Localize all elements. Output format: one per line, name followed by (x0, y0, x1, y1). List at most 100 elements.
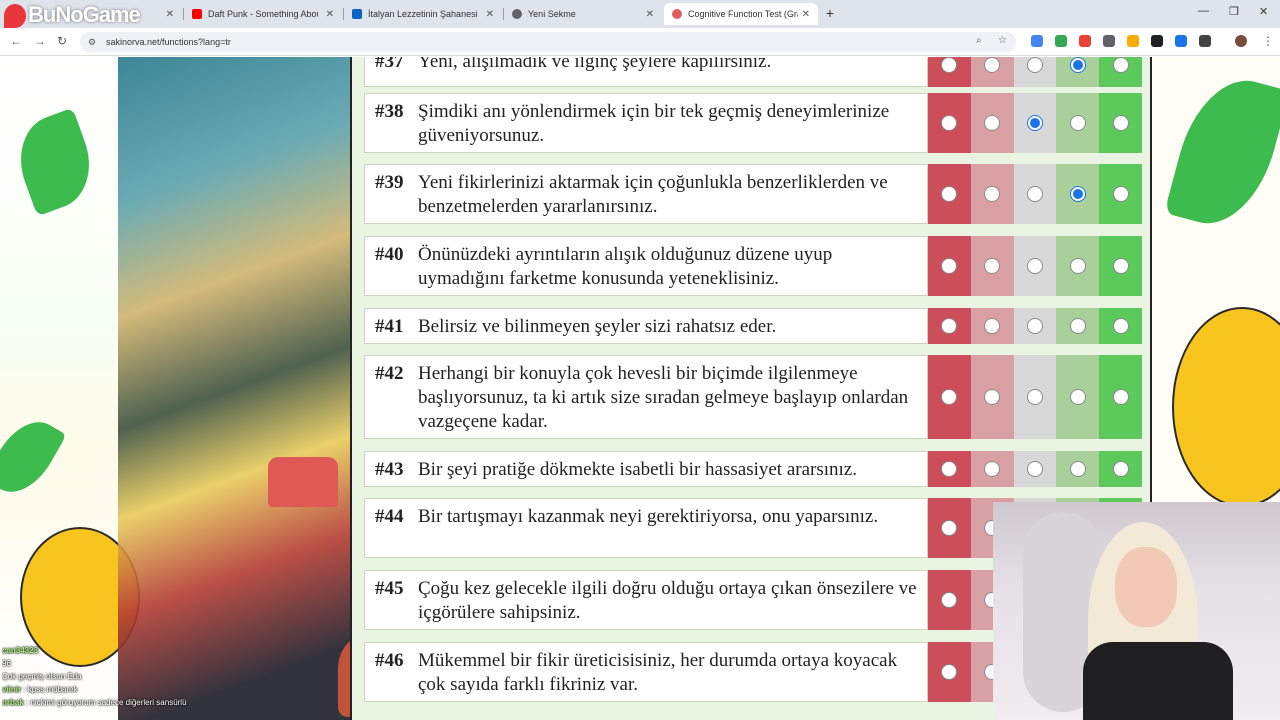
answer-cell (1056, 164, 1100, 224)
answer-cell (928, 57, 971, 87)
answer-radio-1[interactable] (941, 389, 958, 405)
extension-icon[interactable] (1103, 35, 1115, 47)
answer-radio-3[interactable] (1026, 57, 1043, 73)
answer-radio-1[interactable] (941, 520, 958, 536)
stream-logo: BuNoGame (4, 2, 141, 29)
question-body: Yeni fikirlerinizi aktarmak için çoğunlu… (418, 172, 888, 217)
chat-username: nrbak (2, 698, 24, 707)
answer-radio-5[interactable] (1112, 318, 1129, 334)
answer-radio-4[interactable] (1069, 115, 1086, 131)
answer-radio-4[interactable] (1069, 258, 1086, 274)
minimize-icon[interactable]: — (1198, 5, 1209, 17)
answer-cell (1099, 451, 1142, 487)
tab-2[interactable]: İtalyan Lezzetinin Şahanesi Tira ✕ (344, 3, 502, 25)
answer-radio-2[interactable] (984, 115, 1001, 131)
answer-cell (1013, 308, 1057, 344)
zoom-icon[interactable]: ⌕ (976, 35, 982, 46)
chat-text: 96 (2, 659, 11, 668)
answer-radio-4[interactable] (1069, 186, 1086, 202)
answer-scale (928, 451, 1142, 487)
answer-cell (1013, 355, 1057, 439)
answer-radio-2[interactable] (984, 57, 1001, 73)
answer-radio-1[interactable] (941, 258, 958, 274)
avatar[interactable] (1235, 35, 1247, 47)
answer-radio-1[interactable] (941, 592, 958, 608)
question-text: #42 Herhangi bir konuyla çok hevesli bir … (364, 355, 928, 439)
answer-radio-5[interactable] (1112, 57, 1129, 73)
answer-radio-3[interactable] (1026, 258, 1043, 274)
puzzle-icon[interactable] (1199, 35, 1211, 47)
question-text: #41 Belirsiz ve bilinmeyen şeyler sizi ra… (364, 308, 928, 344)
answer-cell (1013, 164, 1057, 224)
question-body: Mükemmel bir fikir üreticisisiniz, her d… (418, 650, 898, 695)
question-row: #43 Bir şeyi pratiğe dökmekte isabetli bi… (364, 451, 1142, 487)
answer-cell (928, 570, 971, 630)
close-icon[interactable]: ✕ (642, 9, 654, 20)
menu-icon[interactable]: ⋮ (1262, 34, 1274, 48)
answer-cell (970, 164, 1014, 224)
tab-4[interactable]: Cognitive Function Test (Grant/ ✕ (664, 3, 818, 25)
answer-radio-5[interactable] (1112, 186, 1129, 202)
answer-radio-4[interactable] (1069, 461, 1086, 477)
extension-icon[interactable] (1151, 35, 1163, 47)
answer-radio-2[interactable] (984, 186, 1001, 202)
chat-message: 96 (2, 657, 242, 670)
bookmark-star-icon[interactable]: ☆ (998, 35, 1007, 46)
reload-icon[interactable]: ↻ (57, 34, 67, 48)
answer-cell (1099, 355, 1142, 439)
answer-radio-1[interactable] (941, 186, 958, 202)
answer-radio-3[interactable] (1026, 389, 1043, 405)
answer-radio-3[interactable] (1026, 461, 1043, 477)
answer-radio-5[interactable] (1112, 258, 1129, 274)
tab-1[interactable]: Daft Punk - Something About U ✕ (184, 3, 342, 25)
close-icon[interactable]: ✕ (162, 9, 174, 20)
answer-radio-2[interactable] (984, 258, 1001, 274)
answer-radio-1[interactable] (941, 57, 958, 73)
close-icon[interactable]: ✕ (482, 9, 494, 20)
answer-radio-1[interactable] (941, 318, 958, 334)
answer-radio-1[interactable] (941, 664, 958, 680)
question-text: #46 Mükemmel bir fikir üreticisisiniz, he… (364, 642, 928, 702)
tab-3[interactable]: Yeni Sekme ✕ (504, 3, 662, 25)
close-icon[interactable]: ✕ (798, 9, 810, 20)
answer-radio-2[interactable] (984, 318, 1001, 334)
chat-message: nrbak : nickimi göruyorum sadece diğerle… (2, 698, 187, 707)
question-body: Bir şeyi pratiğe dökmekte isabetli bir h… (418, 459, 857, 480)
extension-icon[interactable] (1055, 35, 1067, 47)
back-icon[interactable]: ← (10, 34, 22, 48)
url-field[interactable]: ⚙ sakinorva.net/functions?lang=tr ⌕ ☆ (80, 32, 1016, 52)
answer-radio-4[interactable] (1069, 57, 1086, 73)
close-icon[interactable]: ✕ (322, 9, 334, 20)
answer-cell (970, 308, 1014, 344)
new-tab-button[interactable]: + (822, 4, 838, 22)
answer-cell (1056, 355, 1100, 439)
answer-radio-2[interactable] (984, 461, 1001, 477)
answer-radio-4[interactable] (1069, 318, 1086, 334)
extension-icon[interactable] (1079, 35, 1091, 47)
close-window-icon[interactable]: ✕ (1259, 5, 1268, 18)
tab-label: Yeni Sekme (528, 9, 576, 19)
answer-radio-5[interactable] (1112, 389, 1129, 405)
answer-cell (1099, 236, 1142, 296)
question-text: #43 Bir şeyi pratiğe dökmekte isabetli bi… (364, 451, 928, 487)
translate-icon[interactable] (1031, 35, 1043, 47)
forward-icon[interactable]: → (34, 34, 46, 48)
chat-message: Çok geçmiş olsun Eda (2, 670, 242, 683)
extension-icon[interactable] (1175, 35, 1187, 47)
answer-radio-1[interactable] (941, 461, 958, 477)
answer-radio-3[interactable] (1026, 186, 1043, 202)
answer-cell (928, 451, 971, 487)
extension-icon[interactable] (1127, 35, 1139, 47)
question-number: #39 (375, 172, 404, 193)
site-info-icon[interactable]: ⚙ (88, 37, 98, 47)
restore-icon[interactable]: ❐ (1229, 5, 1239, 18)
answer-radio-5[interactable] (1112, 461, 1129, 477)
answer-radio-1[interactable] (941, 115, 958, 131)
answer-radio-5[interactable] (1112, 115, 1129, 131)
answer-radio-2[interactable] (984, 389, 1001, 405)
answer-radio-3[interactable] (1026, 115, 1043, 131)
answer-radio-4[interactable] (1069, 389, 1086, 405)
question-body: Herhangi bir konuyla çok hevesli bir biç… (418, 363, 909, 432)
question-text: #45 Çoğu kez gelecekle ilgili doğru olduğ… (364, 570, 928, 630)
answer-radio-3[interactable] (1026, 318, 1043, 334)
